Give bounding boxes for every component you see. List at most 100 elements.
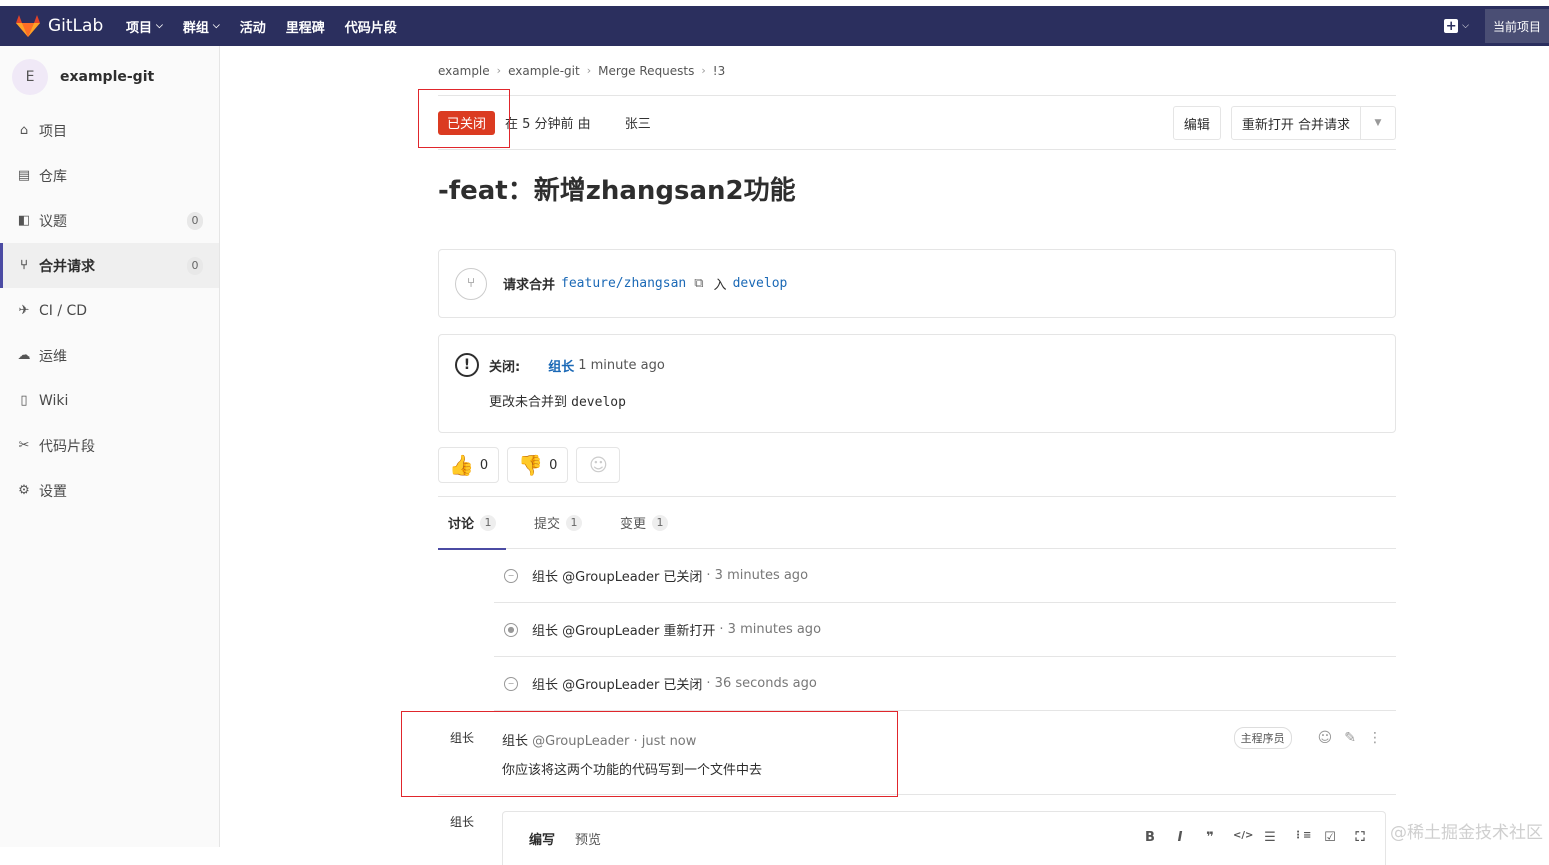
file-icon: ▤ bbox=[16, 168, 32, 183]
comment-editor: 编写 预览 B I ❞ </> ☰ ⋮≡ ☑ ⛶ bbox=[502, 811, 1386, 865]
target-branch-link[interactable]: develop bbox=[733, 276, 788, 291]
closed-info-card: ! 关闭: 组长 1 minute ago 更改未合并到 develop bbox=[438, 334, 1396, 433]
chevron-down-icon: ⌵ bbox=[1462, 21, 1469, 31]
sidebar-item-wiki[interactable]: ▯ Wiki bbox=[0, 378, 219, 423]
breadcrumb-group[interactable]: example bbox=[438, 64, 490, 78]
comment-handle[interactable]: @GroupLeader bbox=[532, 734, 629, 749]
rocket-icon: ✈ bbox=[16, 303, 32, 318]
chevron-right-icon: › bbox=[497, 64, 501, 77]
sidebar-item-repository[interactable]: ▤ 仓库 bbox=[0, 153, 219, 198]
add-reaction-button[interactable]: ☺ bbox=[576, 447, 620, 483]
pencil-icon[interactable]: ✎ bbox=[1344, 730, 1356, 746]
quote-icon[interactable]: ❞ bbox=[1203, 830, 1217, 845]
closed-message-branch: develop bbox=[571, 395, 626, 410]
numbered-list-icon[interactable]: ⋮≡ bbox=[1293, 830, 1307, 845]
source-branch-link[interactable]: feature/zhangsan bbox=[561, 276, 686, 291]
gitlab-logo[interactable]: GitLab bbox=[16, 15, 126, 37]
main-content: example › example-git › Merge Requests ›… bbox=[438, 46, 1396, 865]
home-icon: ⌂ bbox=[16, 123, 32, 138]
edit-button[interactable]: 编辑 bbox=[1173, 106, 1221, 140]
chevron-down-icon: ⌵ bbox=[156, 21, 163, 31]
italic-icon[interactable]: I bbox=[1173, 830, 1187, 845]
tab-label: 提交 bbox=[534, 513, 560, 532]
award-emoji-bar: 👍 0 👎 0 ☺ bbox=[438, 447, 1396, 497]
chevron-down-icon: ⌵ bbox=[213, 21, 220, 31]
nav-groups[interactable]: 群组⌵ bbox=[183, 17, 220, 36]
reopen-circle-icon: ● bbox=[504, 623, 518, 637]
sidebar-item-issues[interactable]: ◧ 议题 0 bbox=[0, 198, 219, 243]
sidebar-item-project[interactable]: ⌂ 项目 bbox=[0, 108, 219, 153]
book-icon: ▯ bbox=[16, 393, 32, 408]
sidebar-item-label: 议题 bbox=[39, 211, 67, 231]
nav-milestones[interactable]: 里程碑 bbox=[286, 17, 325, 36]
task-list-icon[interactable]: ☑ bbox=[1323, 830, 1337, 845]
thumbs-down-count: 0 bbox=[549, 458, 557, 473]
tab-changes[interactable]: 变更 1 bbox=[610, 497, 678, 549]
avatar[interactable]: 组长 bbox=[450, 729, 486, 765]
author-link[interactable]: 张三 bbox=[625, 113, 651, 132]
preview-tab[interactable]: 预览 bbox=[575, 829, 601, 848]
merge-request-icon: ⑂ bbox=[455, 268, 487, 300]
chevron-right-icon: › bbox=[701, 64, 705, 77]
breadcrumb: example › example-git › Merge Requests ›… bbox=[438, 46, 1396, 96]
bullet-list-icon[interactable]: ☰ bbox=[1263, 830, 1277, 845]
exclamation-circle-icon: ! bbox=[455, 353, 479, 377]
gear-icon: ⚙ bbox=[16, 483, 32, 498]
sidebar-item-label: Wiki bbox=[39, 393, 68, 409]
tab-commits[interactable]: 提交 1 bbox=[524, 497, 592, 549]
copy-icon[interactable]: ⧉ bbox=[694, 276, 703, 291]
closed-by-link[interactable]: 组长 bbox=[548, 356, 574, 375]
gitlab-fox-icon bbox=[16, 15, 40, 37]
breadcrumb-mr-id[interactable]: !3 bbox=[713, 64, 725, 78]
thumbs-down-button[interactable]: 👎 0 bbox=[507, 447, 568, 483]
breadcrumb-merge-requests[interactable]: Merge Requests bbox=[598, 64, 694, 78]
sidebar-item-settings[interactable]: ⚙ 设置 bbox=[0, 468, 219, 513]
sidebar-item-label: 设置 bbox=[39, 481, 67, 501]
system-note-text: 组长 @GroupLeader 已关闭 bbox=[532, 674, 702, 693]
opened-text: 在 5 分钟前 由 bbox=[505, 113, 591, 132]
sidebar-project-header[interactable]: E example-git bbox=[0, 46, 219, 108]
new-item-dropdown[interactable]: + ⌵ bbox=[1444, 19, 1469, 33]
nav-snippets[interactable]: 代码片段 bbox=[345, 17, 397, 36]
smiley-icon[interactable]: ☺ bbox=[1318, 730, 1333, 746]
sidebar-item-ci-cd[interactable]: ✈ CI / CD bbox=[0, 288, 219, 333]
project-name: example-git bbox=[60, 69, 154, 85]
system-note-text: 组长 @GroupLeader 已关闭 bbox=[532, 566, 702, 585]
system-note-time: · 36 seconds ago bbox=[706, 676, 816, 691]
merge-info-card: ⑂ 请求合并 feature/zhangsan ⧉ 入 develop bbox=[438, 249, 1396, 318]
merge-requests-count-badge: 0 bbox=[187, 257, 203, 275]
comment-author[interactable]: 组长 bbox=[502, 734, 528, 749]
thumbs-up-icon: 👍 bbox=[449, 453, 474, 477]
current-project-button[interactable]: 当前项目 bbox=[1485, 9, 1549, 43]
issues-icon: ◧ bbox=[16, 213, 32, 228]
breadcrumb-project[interactable]: example-git bbox=[508, 64, 580, 78]
tab-label: 变更 bbox=[620, 513, 646, 532]
more-actions-icon[interactable]: ⋮ bbox=[1368, 730, 1382, 746]
thumbs-up-button[interactable]: 👍 0 bbox=[438, 447, 499, 483]
sidebar-item-merge-requests[interactable]: ⑂ 合并请求 0 bbox=[0, 243, 219, 288]
thumbs-down-icon: 👎 bbox=[518, 453, 543, 477]
nav-projects[interactable]: 项目⌵ bbox=[126, 17, 163, 36]
scissors-icon: ✂ bbox=[16, 438, 32, 453]
write-tab[interactable]: 编写 bbox=[529, 829, 555, 848]
sidebar-item-snippets[interactable]: ✂ 代码片段 bbox=[0, 423, 219, 468]
system-note-text: 组长 @GroupLeader 重新打开 bbox=[532, 620, 715, 639]
bold-icon[interactable]: B bbox=[1143, 830, 1157, 845]
reopen-split-button: 重新打开 合并请求 ▼ bbox=[1231, 106, 1396, 140]
code-icon[interactable]: </> bbox=[1233, 830, 1247, 845]
sidebar-item-label: 代码片段 bbox=[39, 436, 95, 456]
issues-count-badge: 0 bbox=[187, 212, 203, 230]
sidebar-item-label: 合并请求 bbox=[39, 256, 95, 276]
closed-circle-icon: − bbox=[504, 677, 518, 691]
reopen-mr-button[interactable]: 重新打开 合并请求 bbox=[1232, 107, 1361, 139]
watermark: @稀土掘金技术社区 bbox=[1390, 818, 1543, 843]
cloud-icon: ☁ bbox=[16, 348, 32, 363]
nav-activity[interactable]: 活动 bbox=[240, 17, 266, 36]
chevron-down-icon[interactable]: ▼ bbox=[1361, 107, 1395, 139]
role-badge: 主程序员 bbox=[1234, 727, 1292, 749]
tab-discussion[interactable]: 讨论 1 bbox=[438, 497, 506, 549]
fullscreen-icon[interactable]: ⛶ bbox=[1353, 830, 1367, 845]
top-navbar: GitLab 项目⌵ 群组⌵ 活动 里程碑 代码片段 + ⌵ 当前项目 bbox=[0, 6, 1549, 46]
system-note: − 组长 @GroupLeader 已关闭 · 3 minutes ago bbox=[494, 549, 1396, 603]
sidebar-item-operations[interactable]: ☁ 运维 bbox=[0, 333, 219, 378]
